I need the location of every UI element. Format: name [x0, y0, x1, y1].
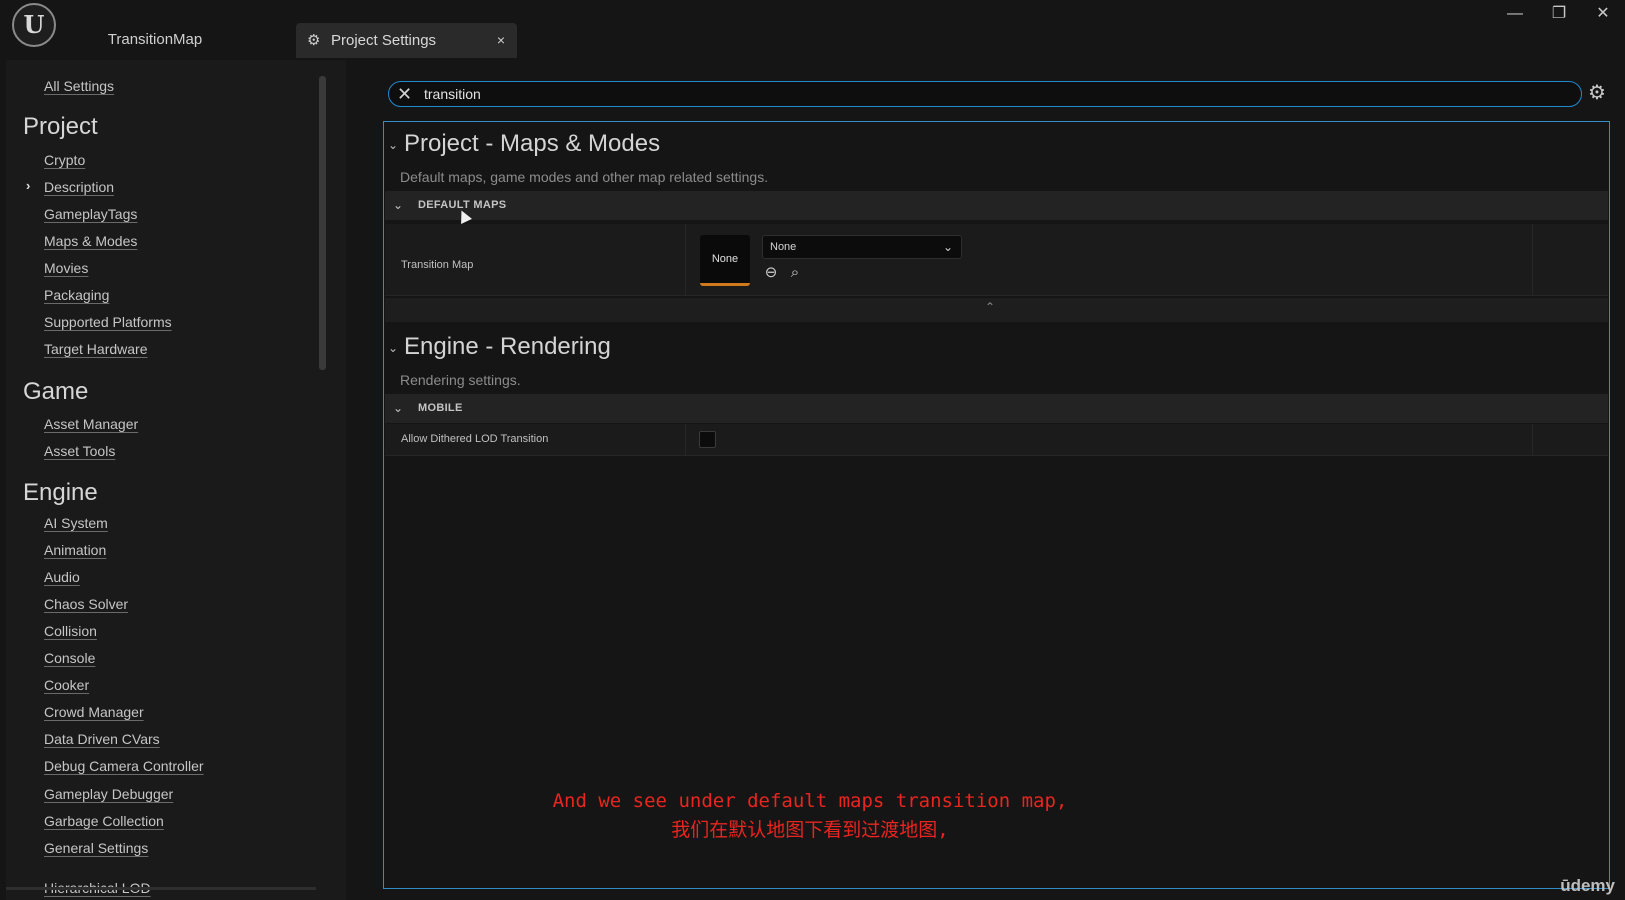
chevron-right-icon[interactable]: ›: [26, 178, 30, 193]
clear-search-icon[interactable]: ✕: [397, 82, 412, 106]
settings-sidebar: All Settings Project Crypto › Descriptio…: [6, 60, 346, 900]
nav-item-movies[interactable]: Movies: [44, 260, 88, 276]
chevron-down-icon[interactable]: ⌄: [388, 138, 398, 152]
search-input[interactable]: [424, 84, 1024, 104]
nav-item-asset-tools[interactable]: Asset Tools: [44, 443, 115, 459]
settings-cube-icon: ⚙: [307, 32, 321, 49]
subtitle-english: And we see under default maps transition…: [552, 790, 1068, 812]
property-name: Allow Dithered LOD Transition: [401, 433, 549, 445]
use-selected-icon[interactable]: ⊖: [762, 264, 780, 282]
column-divider: [685, 224, 686, 295]
nav-item-crypto[interactable]: Crypto: [44, 152, 85, 168]
column-divider: [1532, 424, 1533, 455]
chevron-down-icon[interactable]: ⌄: [388, 341, 398, 355]
chevron-down-icon[interactable]: ⌄: [393, 191, 403, 220]
dithered-lod-checkbox[interactable]: [699, 431, 716, 448]
tab-project-settings[interactable]: ⚙ Project Settings ×: [296, 23, 517, 58]
property-row-transition-map: Transition Map None None ⌄ ⊖ ⌕: [385, 224, 1608, 296]
nav-item-description[interactable]: Description: [44, 179, 114, 195]
nav-item-collision[interactable]: Collision: [44, 623, 97, 639]
nav-item-animation[interactable]: Animation: [44, 542, 106, 558]
section-desc-maps-modes: Default maps, game modes and other map r…: [400, 169, 769, 185]
nav-item-supported-platforms[interactable]: Supported Platforms: [44, 314, 172, 330]
browse-search-icon[interactable]: ⌕: [786, 264, 804, 282]
chevron-down-icon[interactable]: ⌄: [393, 394, 403, 423]
close-window-button[interactable]: ✕: [1585, 0, 1621, 28]
nav-item-data-driven-cvars[interactable]: Data Driven CVars: [44, 731, 160, 747]
nav-item-console[interactable]: Console: [44, 650, 95, 666]
nav-item-target-hardware[interactable]: Target Hardware: [44, 341, 148, 357]
column-divider: [685, 424, 686, 455]
nav-heading-project: Project: [23, 113, 98, 140]
close-tab-icon[interactable]: ×: [497, 23, 505, 58]
nav-item-maps-modes[interactable]: Maps & Modes: [44, 233, 137, 249]
details-panel: ⌄ Project - Maps & Modes Default maps, g…: [383, 121, 1610, 889]
settings-search: ✕: [388, 81, 1582, 107]
nav-item-gameplay-debugger[interactable]: Gameplay Debugger: [44, 786, 173, 802]
chevron-down-icon: ⌄: [942, 240, 953, 254]
nav-item-ai-system[interactable]: AI System: [44, 515, 108, 531]
sidebar-divider: [6, 887, 316, 890]
nav-heading-game: Game: [23, 378, 89, 405]
nav-item-gameplaytags[interactable]: GameplayTags: [44, 206, 137, 222]
nav-item-general-settings[interactable]: General Settings: [44, 840, 148, 856]
nav-item-audio[interactable]: Audio: [44, 569, 80, 585]
minimize-button[interactable]: —: [1497, 0, 1533, 28]
subtitle-chinese: 我们在默认地图下看到过渡地图,: [671, 819, 949, 841]
category-mobile[interactable]: ⌄ MOBILE: [385, 394, 1608, 423]
udemy-watermark: ūdemy: [1560, 876, 1615, 895]
nav-item-packaging[interactable]: Packaging: [44, 287, 109, 303]
nav-item-debug-camera-controller[interactable]: Debug Camera Controller: [44, 758, 204, 774]
section-title-rendering: Engine - Rendering: [404, 333, 611, 360]
restore-button[interactable]: ❐: [1541, 0, 1577, 28]
tab-transition-map[interactable]: TransitionMap: [60, 22, 250, 58]
title-bar: U TransitionMap ⚙ Project Settings × — ❐…: [0, 0, 1625, 60]
section-title-maps-modes: Project - Maps & Modes: [404, 130, 661, 157]
category-label: MOBILE: [418, 402, 463, 414]
section-desc-rendering: Rendering settings.: [400, 372, 521, 388]
chevron-up-icon: ⌃: [985, 300, 996, 314]
nav-item-garbage-collection[interactable]: Garbage Collection: [44, 813, 164, 829]
nav-item-cooker[interactable]: Cooker: [44, 677, 89, 693]
nav-item-chaos-solver[interactable]: Chaos Solver: [44, 596, 128, 612]
unreal-logo-icon[interactable]: U: [12, 3, 56, 47]
nav-all-settings[interactable]: All Settings: [44, 78, 114, 94]
tab-project-settings-label: Project Settings: [331, 32, 437, 49]
column-divider: [1532, 224, 1533, 295]
asset-picker-value: None: [770, 241, 797, 253]
sidebar-scrollbar[interactable]: [319, 76, 326, 370]
nav-item-crowd-manager[interactable]: Crowd Manager: [44, 704, 144, 720]
property-row-dithered-lod: Allow Dithered LOD Transition: [385, 424, 1608, 456]
category-default-maps[interactable]: ⌄ DEFAULT MAPS: [385, 191, 1608, 220]
gear-icon[interactable]: ⚙: [1588, 82, 1606, 104]
section-collapse-strip[interactable]: ⌃: [385, 298, 1608, 322]
property-name: Transition Map: [401, 259, 474, 271]
nav-heading-engine: Engine: [23, 479, 98, 506]
asset-picker-dropdown[interactable]: None ⌄: [762, 235, 962, 259]
nav-item-asset-manager[interactable]: Asset Manager: [44, 416, 138, 432]
asset-thumbnail[interactable]: None: [700, 235, 750, 286]
